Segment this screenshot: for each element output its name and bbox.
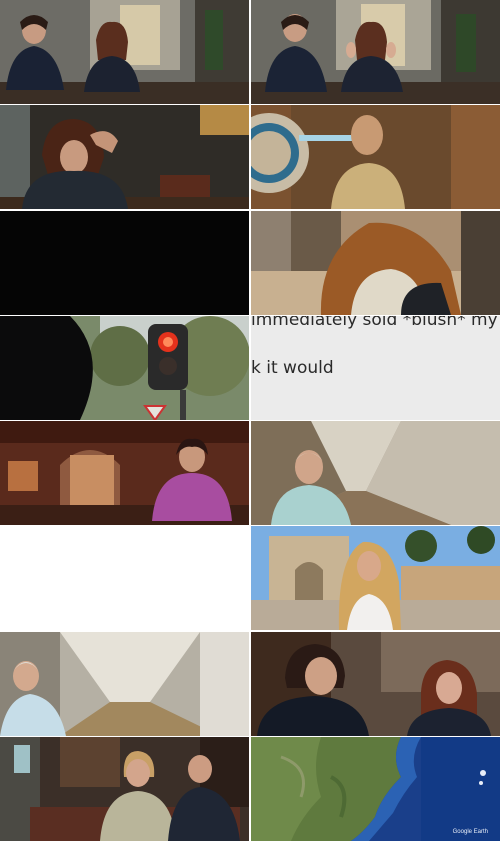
frame-two-women-interview: [0, 0, 249, 104]
frame-older-man-hallway: [0, 631, 249, 736]
frame-two-women-gesturing: [251, 0, 500, 104]
map-credit-label: Google Earth: [452, 828, 488, 835]
caption-line-1: immediately sold *blush* my: [251, 315, 498, 330]
frame-traffic-light: [0, 315, 249, 420]
frame-two-women-profile: [251, 631, 500, 736]
frame-woman-purple-sweater: [0, 421, 249, 526]
frame-woman-hand-on-head: [0, 105, 249, 210]
frame-woman-rome-arch: [251, 526, 500, 631]
frame-reflection-blurred: [251, 105, 500, 210]
frame-black: [0, 210, 249, 315]
frame-older-man-corridor: [251, 421, 500, 526]
frame-caption-text: immediately sold *blush* my k it would: [251, 315, 500, 420]
frame-curly-hair-street: [251, 210, 500, 315]
caption-line-2: k it would: [251, 357, 334, 378]
frame-couple-sofa: [0, 736, 249, 841]
video-frame-contact-sheet: immediately sold *blush* my k it would G…: [0, 0, 500, 843]
frame-white: [0, 526, 249, 631]
frame-satellite-map: Google Earth: [251, 736, 500, 841]
